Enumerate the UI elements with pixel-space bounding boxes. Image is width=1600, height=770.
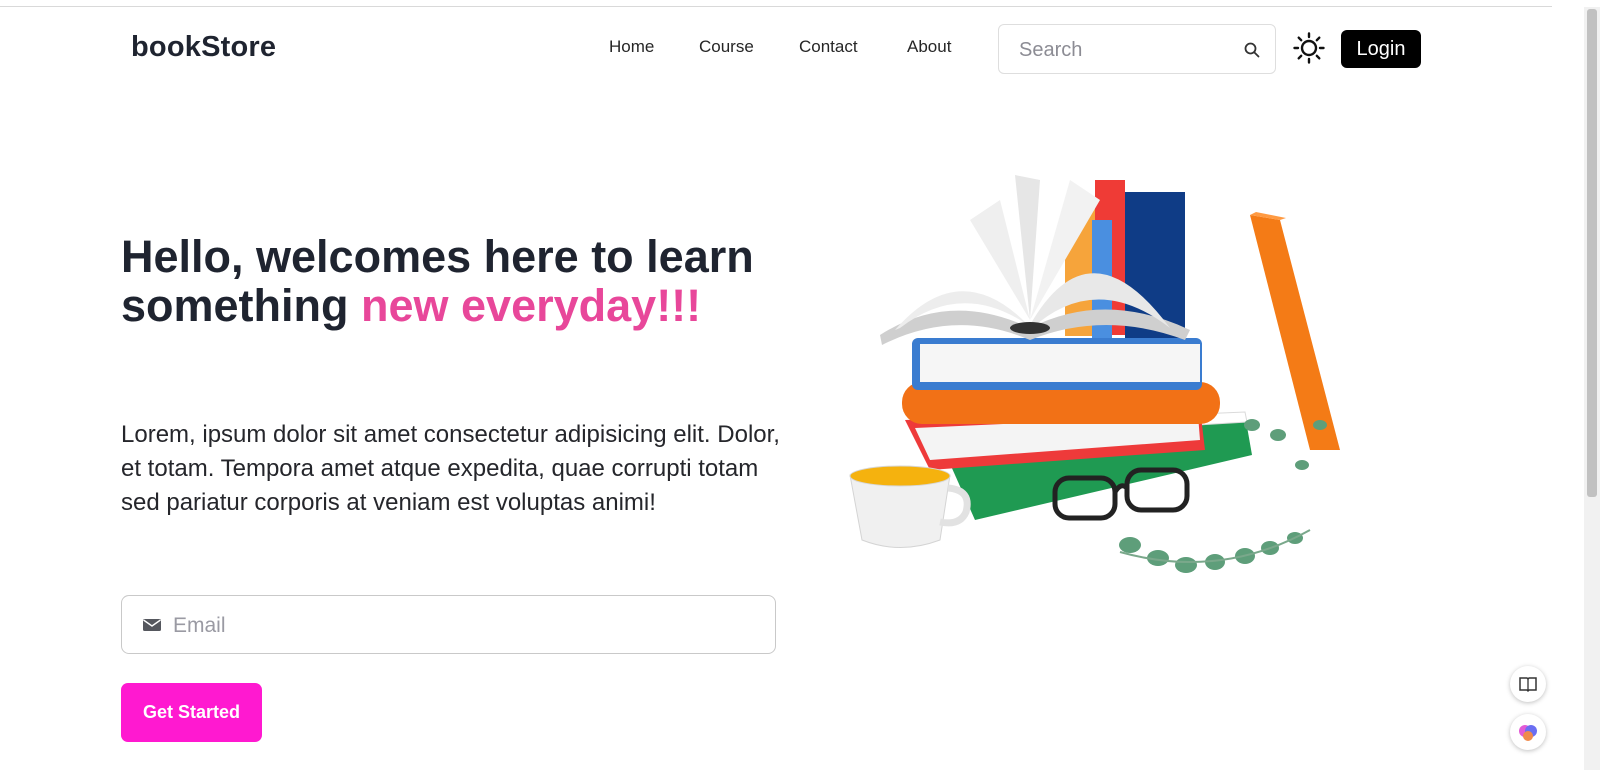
nav-about[interactable]: About (907, 37, 951, 57)
vertical-scrollbar[interactable] (1584, 7, 1600, 770)
reader-icon (1519, 677, 1537, 693)
envelope-icon (143, 619, 161, 631)
hero-description: Lorem, ipsum dolor sit amet consectetur … (121, 421, 780, 516)
email-input[interactable] (171, 610, 755, 642)
brand-logo[interactable]: bookStore (131, 31, 276, 64)
browser-top-border (0, 6, 1552, 7)
get-started-button[interactable]: Get Started (121, 683, 262, 742)
brain-icon (1519, 725, 1537, 741)
assistant-button[interactable] (1510, 714, 1546, 750)
nav-contact[interactable]: Contact (799, 37, 858, 57)
sun-icon[interactable] (1293, 32, 1325, 64)
login-button[interactable]: Login (1341, 30, 1421, 68)
search-icon[interactable] (1243, 41, 1261, 59)
nav-home[interactable]: Home (609, 37, 654, 57)
search-input[interactable] (1017, 37, 1231, 63)
hero-title: Hello, welcomes here to learn something … (121, 232, 761, 330)
hero-title-accent: new everyday!!! (361, 280, 702, 331)
search-box (998, 24, 1276, 74)
email-field-wrapper (121, 595, 776, 654)
books-illustration (849, 175, 1340, 573)
nav-course[interactable]: Course (699, 37, 754, 57)
scrollbar-thumb[interactable] (1587, 9, 1597, 497)
reader-mode-button[interactable] (1510, 666, 1546, 702)
